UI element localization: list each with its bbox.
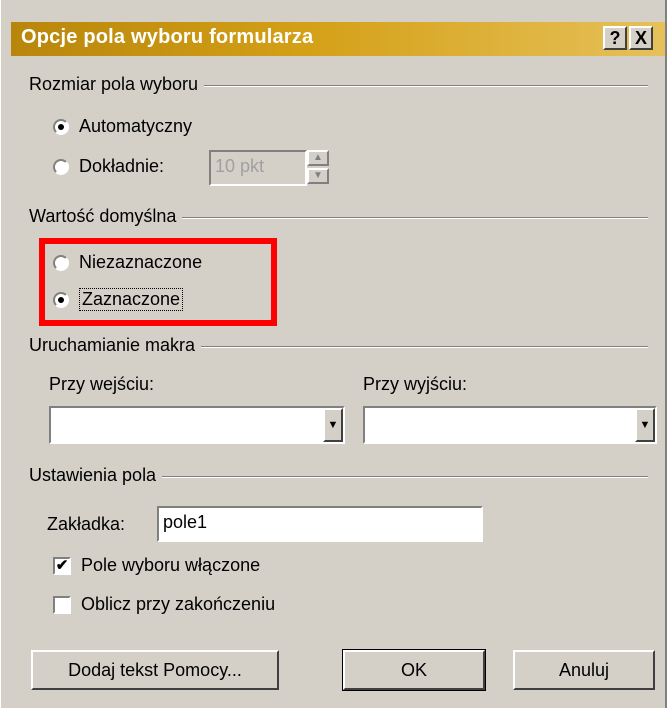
exact-size-input[interactable]: 10 pkt (209, 150, 307, 186)
checkbox-enabled-indicator[interactable]: ✔ (53, 556, 71, 575)
add-help-text-button[interactable]: Dodaj tekst Pomocy... (31, 650, 279, 690)
checkbox-enabled-label: Pole wyboru włączone (81, 555, 261, 575)
entry-macro-select[interactable]: ▼ (49, 406, 345, 444)
exit-macro-select[interactable]: ▼ (363, 406, 657, 444)
checkbox-calc-on-exit[interactable]: Oblicz przy zakończeniu (53, 594, 275, 615)
field-group-label: Ustawienia pola (29, 465, 163, 486)
radio-exact[interactable]: Dokładnie: (53, 156, 164, 177)
size-group-label: Rozmiar pola wyboru (29, 74, 205, 95)
spin-up-icon[interactable]: ▲ (307, 150, 329, 166)
radio-automatic-label: Automatyczny (79, 116, 193, 136)
bookmark-label: Zakładka: (47, 514, 126, 534)
cancel-button[interactable]: Anuluj (513, 650, 655, 690)
red-highlight-box (39, 238, 277, 326)
exit-macro-label: Przy wyjściu: (363, 374, 468, 394)
exact-size-value: 10 pkt (215, 156, 265, 176)
ok-button[interactable]: OK (342, 649, 486, 691)
dialog-title: Opcje pola wyboru formularza (21, 26, 314, 48)
checkbox-enabled[interactable]: ✔ Pole wyboru włączone (53, 555, 260, 576)
radio-automatic[interactable]: Automatyczny (53, 116, 192, 137)
radio-exact-indicator[interactable] (53, 158, 69, 175)
bookmark-input[interactable]: pole1 (157, 506, 483, 542)
chevron-down-icon[interactable]: ▼ (323, 408, 343, 442)
default-group-label: Wartość domyślna (29, 206, 183, 227)
exact-size-spinner[interactable]: ▲ ▼ (307, 150, 329, 186)
checkbox-calc-label: Oblicz przy zakończeniu (81, 594, 276, 614)
title-bar: Opcje pola wyboru formularza ? X (11, 22, 667, 56)
radio-automatic-indicator[interactable] (53, 118, 69, 135)
form-checkbox-options-dialog: Opcje pola wyboru formularza ? X Rozmiar… (0, 0, 667, 708)
bookmark-value: pole1 (163, 512, 208, 532)
chevron-down-icon[interactable]: ▼ (635, 408, 655, 442)
macro-group-label: Uruchamianie makra (29, 335, 202, 356)
radio-exact-label: Dokładnie: (79, 156, 165, 176)
entry-macro-label: Przy wejściu: (49, 374, 155, 394)
help-icon[interactable]: ? (603, 26, 627, 50)
checkbox-calc-indicator[interactable] (53, 595, 71, 614)
close-icon[interactable]: X (629, 26, 653, 50)
spin-down-icon[interactable]: ▼ (307, 168, 329, 184)
